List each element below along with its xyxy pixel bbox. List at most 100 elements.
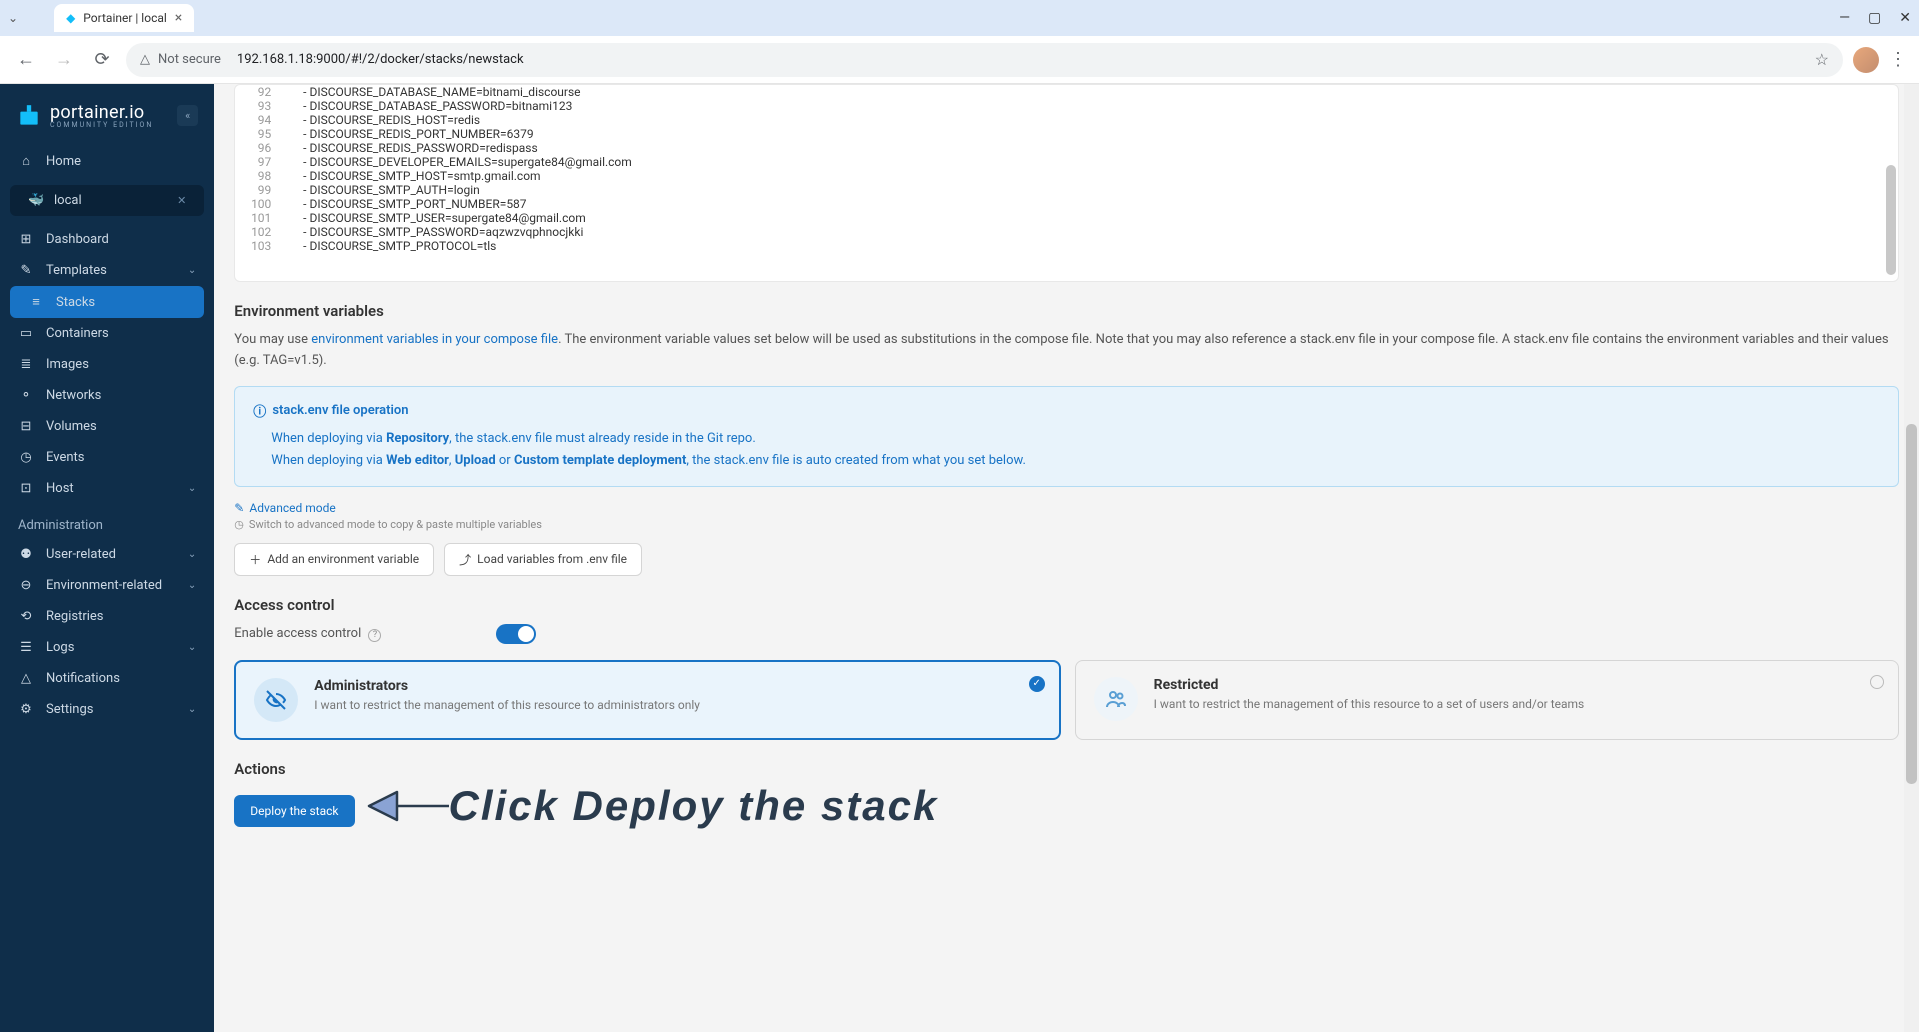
env-close-icon[interactable]: ✕ — [177, 194, 186, 207]
home-icon: ⌂ — [18, 153, 34, 169]
line-content: - DISCOURSE_DEVELOPER_EMAILS=supergate84… — [285, 155, 632, 169]
sidebar-item-host[interactable]: ⊡Host⌄ — [0, 473, 214, 504]
nav-icon: ✎ — [18, 263, 34, 278]
menu-dots-icon[interactable]: ⋮ — [1889, 49, 1907, 70]
nav-icon: ☰ — [18, 640, 34, 655]
browser-tab[interactable]: ◆ Portainer | local × — [54, 4, 194, 32]
toggle-knob — [518, 626, 534, 642]
sidebar-item-notifications[interactable]: △Notifications — [0, 663, 214, 694]
sidebar-item-images[interactable]: ≣Images — [0, 349, 214, 380]
browser-tab-bar: ⌄ ◆ Portainer | local × — ▢ ✕ — [0, 0, 1919, 36]
stack-env-info: ⓘ stack.env file operation When deployin… — [234, 386, 1899, 487]
brand-name: portainer.io — [50, 102, 153, 123]
nav-home[interactable]: ⌂ Home — [0, 145, 214, 177]
edit-icon: ✎ — [234, 501, 244, 515]
nav-label: Events — [46, 450, 84, 465]
line-number: 94 — [235, 113, 285, 127]
sidebar-item-settings[interactable]: ⚙Settings⌄ — [0, 694, 214, 725]
page-scrollbar-thumb[interactable] — [1906, 424, 1917, 784]
nav-label: Containers — [46, 326, 109, 341]
chevron-down-icon: ⌄ — [188, 265, 196, 276]
sidebar-item-user-related[interactable]: ⚉User-related⌄ — [0, 539, 214, 570]
sidebar-item-environment-related[interactable]: ⊖Environment-related⌄ — [0, 570, 214, 601]
code-line: 100 - DISCOURSE_SMTP_PORT_NUMBER=587 — [235, 197, 1898, 211]
upload-icon: ⤴ — [459, 551, 471, 568]
nav-icon: ◷ — [18, 450, 34, 465]
sidebar: portainer.io COMMUNITY EDITION « ⌂ Home … — [0, 84, 214, 1032]
code-line: 103 - DISCOURSE_SMTP_PROTOCOL=tls — [235, 239, 1898, 253]
forward-button: → — [50, 49, 78, 70]
sidebar-item-registries[interactable]: ⟲ Registries — [0, 601, 214, 632]
page-scrollbar-track[interactable] — [1904, 84, 1919, 1032]
sidebar-item-templates[interactable]: ✎Templates⌄ — [0, 255, 214, 286]
nav-icon: ⊞ — [18, 232, 34, 247]
portainer-logo-icon — [16, 103, 42, 129]
line-content: - DISCOURSE_DATABASE_NAME=bitnami_discou… — [285, 85, 580, 99]
close-window-icon[interactable]: ✕ — [1899, 10, 1911, 26]
reload-button[interactable]: ⟳ — [88, 49, 116, 70]
code-line: 96 - DISCOURSE_REDIS_PASSWORD=redispass — [235, 141, 1898, 155]
sidebar-item-dashboard[interactable]: ⊞Dashboard — [0, 224, 214, 255]
access-option-restricted[interactable]: Restricted I want to restrict the manage… — [1075, 660, 1899, 740]
nav-icon: ⊟ — [18, 419, 34, 434]
line-content: - DISCOURSE_SMTP_PORT_NUMBER=587 — [285, 197, 526, 211]
access-toggle[interactable] — [496, 624, 536, 644]
help-icon[interactable]: ? — [368, 629, 381, 642]
sidebar-item-logs[interactable]: ☰Logs⌄ — [0, 632, 214, 663]
maximize-icon[interactable]: ▢ — [1868, 10, 1881, 26]
advanced-mode-link[interactable]: ✎ Advanced mode — [234, 501, 1899, 515]
chevron-down-icon: ⌄ — [188, 704, 196, 715]
advanced-hint: ◷ Switch to advanced mode to copy & past… — [234, 518, 1899, 531]
sidebar-item-stacks[interactable]: ≡Stacks — [10, 286, 204, 318]
line-number: 97 — [235, 155, 285, 169]
line-content: - DISCOURSE_REDIS_PORT_NUMBER=6379 — [285, 127, 533, 141]
back-button[interactable]: ← — [12, 49, 40, 70]
sidebar-item-containers[interactable]: ▭Containers — [0, 318, 214, 349]
logo[interactable]: portainer.io COMMUNITY EDITION « — [0, 92, 214, 145]
env-selector[interactable]: 🐳 local ✕ — [10, 185, 204, 216]
minimize-icon[interactable]: — — [1839, 10, 1850, 26]
sidebar-item-networks[interactable]: ⚬Networks — [0, 380, 214, 411]
code-line: 97 - DISCOURSE_DEVELOPER_EMAILS=supergat… — [235, 155, 1898, 169]
chevron-down-icon[interactable]: ⌄ — [8, 11, 18, 25]
sidebar-item-volumes[interactable]: ⊟Volumes — [0, 411, 214, 442]
editor-scrollbar[interactable] — [1886, 165, 1896, 275]
opt-admins-title: Administrators — [314, 678, 700, 694]
security-label: Not secure — [158, 52, 221, 67]
nav-label: Stacks — [56, 295, 95, 310]
line-number: 99 — [235, 183, 285, 197]
sidebar-item-events[interactable]: ◷ Events — [0, 442, 214, 473]
line-content: - DISCOURSE_SMTP_PASSWORD=aqzwzvqphnocjk… — [285, 225, 583, 239]
line-number: 102 — [235, 225, 285, 239]
nav-icon: ⟲ — [18, 609, 34, 624]
code-line: 94 - DISCOURSE_REDIS_HOST=redis — [235, 113, 1898, 127]
url-box[interactable]: △ Not secure 192.168.1.18:9000/#!/2/dock… — [126, 43, 1843, 77]
info-icon: ⓘ — [253, 401, 266, 420]
line-content: - DISCOURSE_REDIS_HOST=redis — [285, 113, 480, 127]
load-env-file-button[interactable]: ⤴ Load variables from .env file — [444, 543, 642, 576]
nav-label: Networks — [46, 388, 101, 403]
opt-admins-desc: I want to restrict the management of thi… — [314, 698, 700, 712]
add-env-var-button[interactable]: ＋ Add an environment variable — [234, 543, 434, 576]
code-line: 93 - DISCOURSE_DATABASE_PASSWORD=bitnami… — [235, 99, 1898, 113]
collapse-sidebar-button[interactable]: « — [177, 105, 198, 126]
line-content: - DISCOURSE_SMTP_HOST=smtp.gmail.com — [285, 169, 540, 183]
access-toggle-label: Enable access control ? — [234, 626, 381, 642]
arrow-icon — [363, 778, 453, 834]
bookmark-icon[interactable]: ☆ — [1815, 50, 1829, 69]
users-icon — [1094, 677, 1138, 721]
profile-avatar[interactable] — [1853, 47, 1879, 73]
nav-label: Images — [46, 357, 89, 372]
env-vars-link[interactable]: environment variables in your compose fi… — [311, 332, 558, 347]
close-icon[interactable]: × — [175, 10, 182, 26]
main-content: 92 - DISCOURSE_DATABASE_NAME=bitnami_dis… — [214, 84, 1919, 854]
code-line: 102 - DISCOURSE_SMTP_PASSWORD=aqzwzvqphn… — [235, 225, 1898, 239]
code-line: 95 - DISCOURSE_REDIS_PORT_NUMBER=6379 — [235, 127, 1898, 141]
info-line-1: When deploying via Repository, the stack… — [253, 428, 1880, 450]
line-number: 92 — [235, 85, 285, 99]
access-option-admins[interactable]: Administrators I want to restrict the ma… — [234, 660, 1060, 740]
code-editor[interactable]: 92 - DISCOURSE_DATABASE_NAME=bitnami_dis… — [234, 84, 1899, 282]
nav-label: Registries — [46, 609, 104, 624]
nav-label: Host — [46, 481, 74, 496]
deploy-stack-button[interactable]: Deploy the stack — [234, 795, 354, 827]
